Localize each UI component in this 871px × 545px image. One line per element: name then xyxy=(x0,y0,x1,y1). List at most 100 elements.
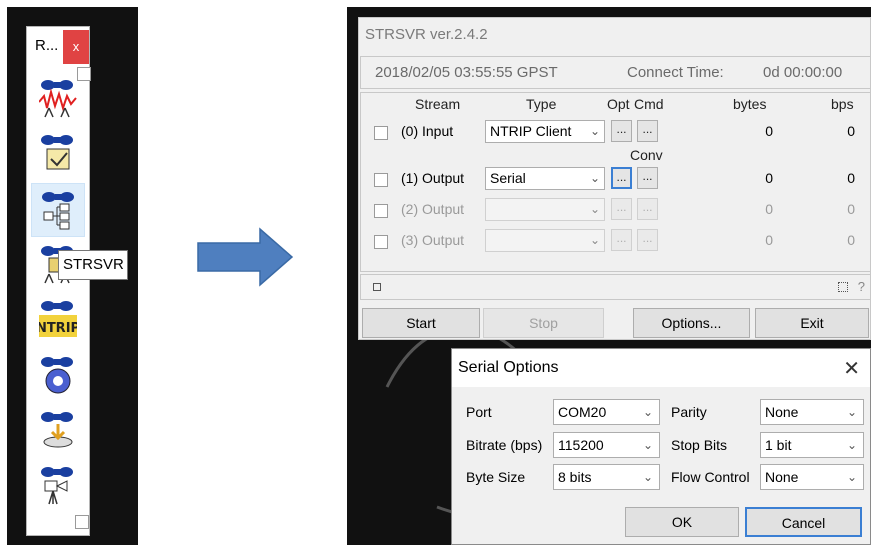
stream-2-checkbox[interactable] xyxy=(374,204,388,218)
parity-select[interactable]: None ⌄ xyxy=(760,399,864,425)
help-button[interactable]: ? xyxy=(858,279,865,294)
rtkpost-icon xyxy=(41,135,73,170)
chevron-down-icon: ⌄ xyxy=(589,124,600,138)
start-button[interactable]: Start xyxy=(362,308,480,338)
parity-label: Parity xyxy=(671,404,707,420)
stream-3-label: (3) Output xyxy=(401,232,465,248)
stream-2-type-select[interactable]: ⌄ xyxy=(485,198,605,221)
chevron-down-icon: ⌄ xyxy=(846,405,857,419)
flow-control-label: Flow Control xyxy=(671,469,750,485)
chevron-down-icon: ⌄ xyxy=(589,202,600,216)
header-cmd: Cmd xyxy=(634,96,664,112)
port-label: Port xyxy=(466,404,492,420)
ntrip-icon: NTRIP xyxy=(39,301,77,337)
header-bps: bps xyxy=(831,96,854,112)
cancel-button[interactable]: Cancel xyxy=(745,507,862,537)
stream-0-type-value: NTRIP Client xyxy=(490,123,572,139)
bitrate-select[interactable]: 115200 ⌄ xyxy=(553,432,660,458)
strsvr-window: STRSVR ver.2.4.2 2018/02/05 03:55:55 GPS… xyxy=(358,17,871,340)
port-select[interactable]: COM20 ⌄ xyxy=(553,399,660,425)
netdiag-tool-button[interactable] xyxy=(31,404,85,458)
options-button[interactable]: Options... xyxy=(633,308,750,338)
stream-0-checkbox[interactable] xyxy=(374,126,388,140)
stream-1-cmd-button[interactable]: ... xyxy=(637,167,658,189)
rtkpost-tool-button[interactable] xyxy=(31,127,85,181)
stream-2-label: (2) Output xyxy=(401,201,465,217)
rtklaunch-window: R... x NTRIP xyxy=(26,26,91,536)
stopbits-value: 1 bit xyxy=(765,437,792,453)
header-conv: Conv xyxy=(630,147,663,163)
header-stream: Stream xyxy=(415,96,461,112)
download-icon xyxy=(41,412,73,448)
stream-3-bytes: 0 xyxy=(765,232,773,248)
launcher-title: R... xyxy=(35,37,59,54)
connect-time-value: 0d 00:00:00 xyxy=(763,64,843,81)
stream-1-conv-button[interactable]: ... xyxy=(611,167,632,189)
bitrate-value: 115200 xyxy=(558,437,604,453)
chevron-down-icon: ⌄ xyxy=(642,405,653,419)
stream-0-cmd-button[interactable]: ... xyxy=(637,120,658,142)
parity-value: None xyxy=(765,404,799,420)
header-opt: Opt xyxy=(607,96,630,112)
strsvr-tool-button[interactable] xyxy=(31,183,85,237)
serial-options-dialog: Serial Options ✕ Port COM20 ⌄ Bitrate (bp… xyxy=(451,348,871,545)
right-arrow-icon xyxy=(197,227,294,287)
stream-3-bps: 0 xyxy=(847,232,855,248)
stopbits-select[interactable]: 1 bit ⌄ xyxy=(760,432,864,458)
chevron-down-icon: ⌄ xyxy=(846,438,857,452)
port-value: COM20 xyxy=(558,404,607,420)
rtkplot-tool-button[interactable] xyxy=(31,72,85,126)
strsvr-icon xyxy=(42,192,74,230)
stream-1-checkbox[interactable] xyxy=(374,173,388,187)
header-bytes: bytes xyxy=(733,96,767,112)
header-type: Type xyxy=(526,96,557,112)
exit-button[interactable]: Exit xyxy=(755,308,869,338)
rtknavi-icon xyxy=(41,467,73,505)
dialog-title-bar: Serial Options ✕ xyxy=(452,349,870,387)
gps-time: 2018/02/05 03:55:55 GPST xyxy=(375,64,558,81)
strsvr-tooltip: STRSVR xyxy=(58,250,128,280)
stream-3-checkbox[interactable] xyxy=(374,235,388,249)
launcher-close-button[interactable]: x xyxy=(63,30,89,64)
stream-3-cmd-button[interactable]: ... xyxy=(637,229,658,251)
chevron-down-icon: ⌄ xyxy=(642,438,653,452)
chevron-down-icon: ⌄ xyxy=(846,470,857,484)
stream-2-bps: 0 xyxy=(847,201,855,217)
flow-control-value: None xyxy=(765,469,799,485)
stream-1-label: (1) Output xyxy=(401,170,465,186)
stream-0-bps: 0 xyxy=(847,123,855,139)
svg-text:NTRIP: NTRIP xyxy=(39,321,77,336)
stream-2-bytes: 0 xyxy=(765,201,773,217)
stream-3-type-select[interactable]: ⌄ xyxy=(485,229,605,252)
bytesize-select[interactable]: 8 bits ⌄ xyxy=(553,464,660,490)
ok-button[interactable]: OK xyxy=(625,507,739,537)
stream-1-bps: 0 xyxy=(847,170,855,186)
stream-2-cmd-button[interactable]: ... xyxy=(637,198,658,220)
ntrip-tool-button[interactable]: NTRIP xyxy=(31,293,85,347)
stream-1-type-select[interactable]: Serial ⌄ xyxy=(485,167,605,190)
monitor-icon[interactable] xyxy=(838,282,848,292)
bytesize-label: Byte Size xyxy=(466,469,526,485)
stream-3-conv-button[interactable]: ... xyxy=(611,229,632,251)
stopbits-label: Stop Bits xyxy=(671,437,728,453)
stream-0-type-select[interactable]: NTRIP Client ⌄ xyxy=(485,120,605,143)
rtkget-tool-button[interactable] xyxy=(31,349,85,403)
connect-time-label: Connect Time: xyxy=(627,64,724,81)
stream-2-conv-button[interactable]: ... xyxy=(611,198,632,220)
window-title: STRSVR ver.2.4.2 xyxy=(365,26,488,43)
flow-control-select[interactable]: None ⌄ xyxy=(760,464,864,490)
bitrate-label: Bitrate (bps) xyxy=(466,437,543,453)
bytesize-value: 8 bits xyxy=(558,469,592,485)
stream-0-opt-button[interactable]: ... xyxy=(611,120,632,142)
bottom-resize-grip[interactable] xyxy=(75,515,89,529)
stream-table: Stream Type Opt Cmd bytes bps (0) Input … xyxy=(360,92,871,272)
stream-0-label: (0) Input xyxy=(401,123,454,139)
rtknavi-tool-button[interactable] xyxy=(31,459,85,513)
close-icon[interactable]: ✕ xyxy=(843,356,860,381)
indicator-square-icon xyxy=(373,283,381,291)
rtkget-icon xyxy=(41,357,73,394)
chevron-down-icon: ⌄ xyxy=(589,171,600,185)
stop-button[interactable]: Stop xyxy=(483,308,604,338)
dialog-title: Serial Options xyxy=(458,359,559,376)
stream-1-type-value: Serial xyxy=(490,170,526,186)
